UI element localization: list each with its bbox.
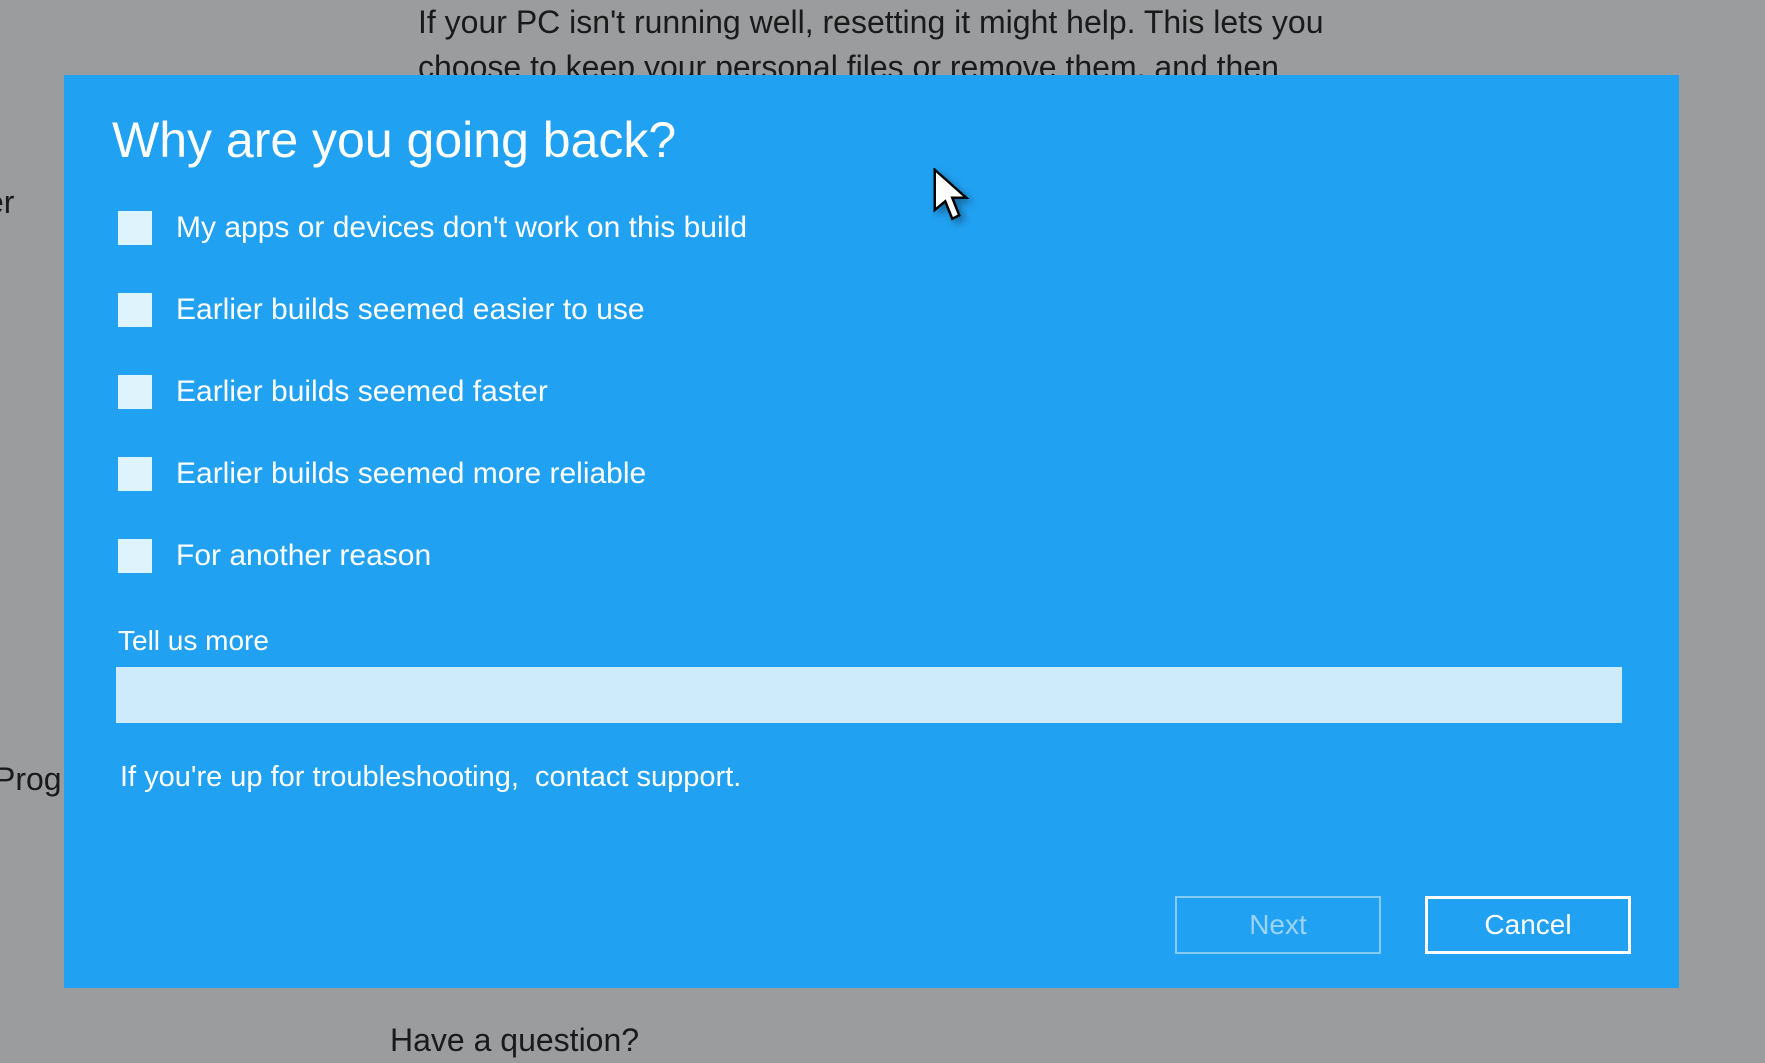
tell-us-more-label: Tell us more: [118, 625, 1631, 657]
troubleshooting-prefix: If you're up for troubleshooting,: [120, 761, 519, 793]
option-reliable[interactable]: Earlier builds seemed more reliable: [118, 457, 1631, 491]
troubleshooting-text: If you're up for troubleshooting, contac…: [120, 761, 1631, 794]
go-back-dialog: Why are you going back? My apps or devic…: [64, 75, 1679, 988]
background-have-a-question: Have a question?: [390, 1018, 639, 1063]
checkbox-icon[interactable]: [118, 539, 152, 573]
tell-us-more-input[interactable]: [116, 667, 1622, 723]
background-fragment-er: er: [0, 180, 14, 225]
option-faster[interactable]: Earlier builds seemed faster: [118, 375, 1631, 409]
reason-options-list: My apps or devices don't work on this bu…: [118, 211, 1631, 573]
option-label: Earlier builds seemed more reliable: [176, 457, 646, 491]
checkbox-icon[interactable]: [118, 457, 152, 491]
option-label: My apps or devices don't work on this bu…: [176, 211, 747, 245]
checkbox-icon[interactable]: [118, 375, 152, 409]
background-fragment-prog: Prog: [0, 757, 62, 802]
next-button: Next: [1175, 896, 1381, 954]
option-apps-devices[interactable]: My apps or devices don't work on this bu…: [118, 211, 1631, 245]
option-label: Earlier builds seemed faster: [176, 375, 548, 409]
dialog-button-row: Next Cancel: [1175, 896, 1631, 954]
checkbox-icon[interactable]: [118, 293, 152, 327]
dialog-title: Why are you going back?: [112, 111, 1631, 169]
option-label: For another reason: [176, 539, 431, 573]
option-another-reason[interactable]: For another reason: [118, 539, 1631, 573]
checkbox-icon[interactable]: [118, 211, 152, 245]
contact-support-link[interactable]: contact support.: [535, 761, 741, 793]
option-label: Earlier builds seemed easier to use: [176, 293, 645, 327]
cancel-button[interactable]: Cancel: [1425, 896, 1631, 954]
option-easier[interactable]: Earlier builds seemed easier to use: [118, 293, 1631, 327]
